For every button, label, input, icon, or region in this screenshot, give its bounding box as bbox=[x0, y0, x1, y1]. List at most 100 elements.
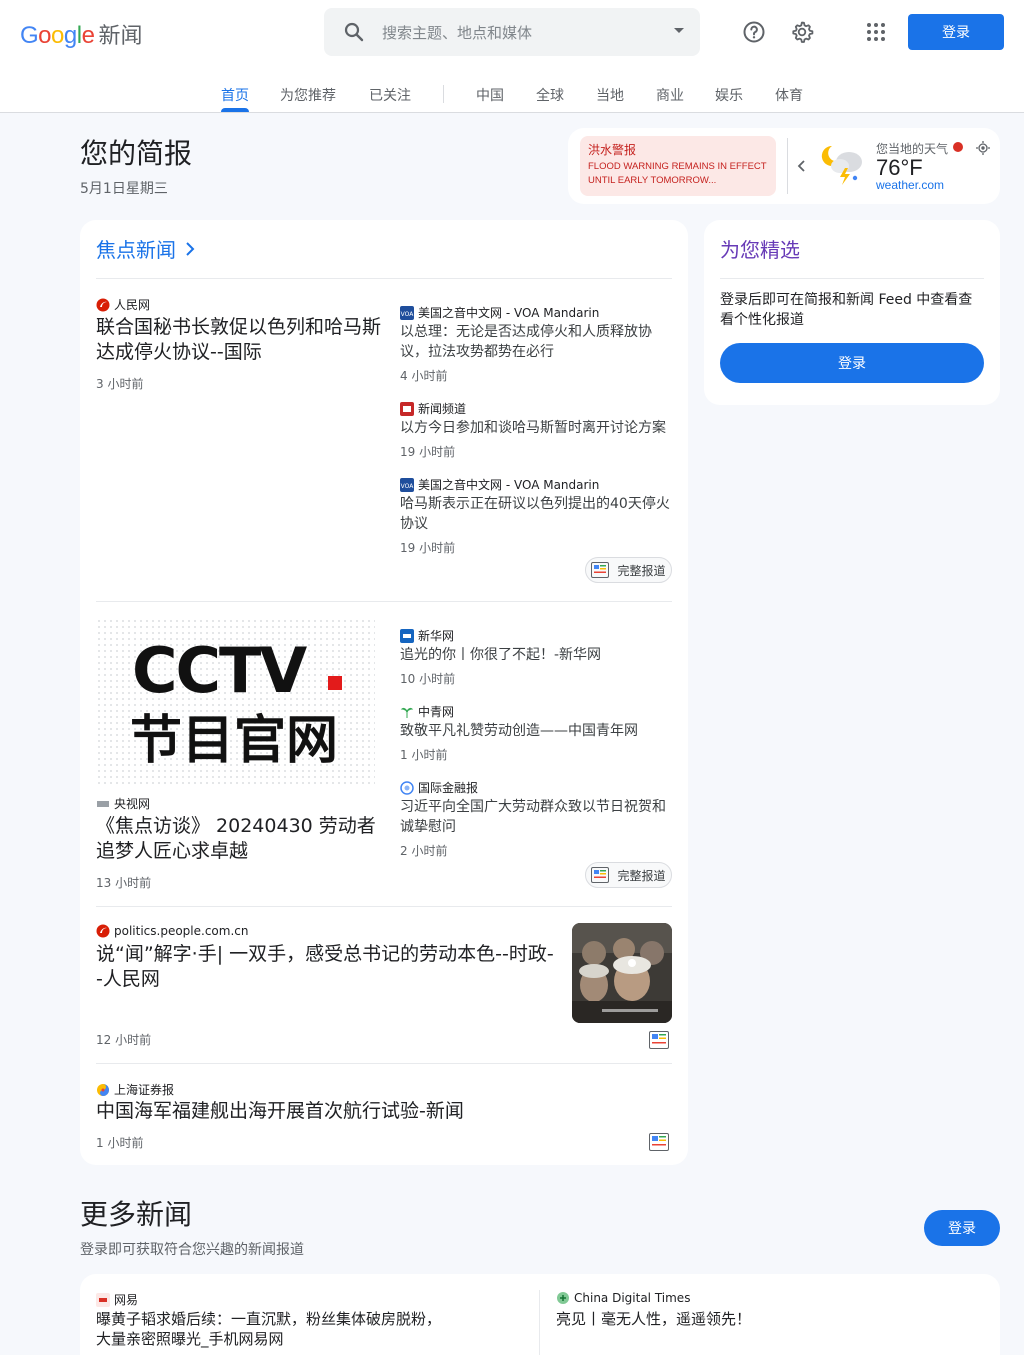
divider bbox=[96, 601, 672, 602]
alert-weather-card: 洪水警报 FLOOD WARNING REMAINS IN EFFECT UNT… bbox=[568, 128, 1000, 204]
more-news-title: 更多新闻 bbox=[80, 1198, 193, 1231]
source-name: 网易 bbox=[114, 1293, 139, 1307]
my-location-icon[interactable] bbox=[976, 141, 990, 155]
full-coverage-button[interactable]: 完整报道 bbox=[585, 862, 672, 888]
top-stories-heading[interactable]: 焦点新闻 bbox=[96, 234, 196, 263]
picks-description: 登录后即可在简报和新闻 Feed 中查看查看个性化报道 bbox=[720, 292, 973, 328]
more-news-sign-in-button[interactable]: 登录 bbox=[924, 1210, 1000, 1246]
related-headline[interactable]: 致敬平凡礼赞劳动创造——中国青年网 bbox=[400, 721, 672, 741]
article-time: 19 小时前 bbox=[400, 445, 456, 459]
related-headline[interactable]: 以总理：无论是否达成停火和人质释放协议，拉法攻势都势在必行 bbox=[400, 322, 672, 362]
source-name: China Digital Times bbox=[574, 1291, 691, 1305]
settings-gear-icon[interactable] bbox=[790, 20, 814, 44]
cctv-image-subtitle: 节目官网 bbox=[130, 711, 338, 771]
source-label[interactable]: 中青网 bbox=[400, 703, 454, 720]
full-coverage-icon bbox=[591, 867, 610, 883]
china-digital-times-favicon bbox=[557, 1292, 569, 1304]
google-wordmark: Google bbox=[20, 22, 95, 49]
divider bbox=[96, 906, 672, 907]
related-headline[interactable]: 追光的你丨你很了不起！-新华网 bbox=[400, 645, 672, 665]
search-box[interactable]: 搜索主题、地点和媒体 bbox=[324, 8, 700, 56]
source-name: 美国之音中文网 - VOA Mandarin bbox=[418, 306, 600, 320]
source-name: 央视网 bbox=[114, 797, 151, 811]
source-label[interactable]: 网易 bbox=[96, 1291, 138, 1308]
apps-grid-icon[interactable] bbox=[864, 20, 888, 44]
article-time: 1 小时前 bbox=[400, 748, 448, 762]
source-label[interactable]: 上海证券报 bbox=[96, 1081, 174, 1098]
sign-in-button[interactable]: 登录 bbox=[908, 14, 1004, 50]
youth-net-favicon bbox=[400, 707, 414, 718]
tab-business[interactable]: 商业 bbox=[656, 85, 684, 105]
source-label[interactable]: VOA 美国之音中文网 - VOA Mandarin bbox=[400, 304, 599, 321]
voa-favicon: VOA bbox=[400, 305, 414, 320]
article-headline[interactable]: 《焦点访谈》 20240430 劳动者追梦人匠心求卓越 bbox=[96, 814, 376, 864]
tab-entertainment[interactable]: 娱乐 bbox=[715, 85, 743, 105]
svg-text:VOA: VOA bbox=[401, 311, 414, 318]
tab-following[interactable]: 已关注 bbox=[369, 85, 411, 105]
article-time: 10 小时前 bbox=[400, 672, 456, 686]
divider bbox=[96, 1063, 672, 1064]
alert-text: FLOOD WARNING REMAINS IN EFFECT UNTIL EA… bbox=[588, 161, 767, 186]
source-label[interactable]: 人民网 bbox=[96, 296, 150, 313]
cctv-favicon bbox=[97, 800, 109, 807]
tab-world[interactable]: 全球 bbox=[536, 85, 564, 105]
tab-china[interactable]: 中国 bbox=[476, 85, 504, 105]
shanghai-securities-favicon bbox=[97, 1083, 109, 1096]
picks-sign-in-button[interactable]: 登录 bbox=[720, 343, 984, 383]
divider bbox=[720, 278, 984, 279]
picks-title: 为您精选 bbox=[720, 238, 800, 262]
tab-home[interactable]: 首页 bbox=[221, 85, 249, 105]
source-label[interactable]: politics.people.com.cn bbox=[96, 924, 248, 938]
svg-text:VOA: VOA bbox=[401, 483, 414, 490]
source-label[interactable]: China Digital Times bbox=[556, 1291, 690, 1305]
news-wordmark: 新闻 bbox=[98, 24, 143, 49]
source-label[interactable]: VOA 美国之音中文网 - VOA Mandarin bbox=[400, 476, 599, 493]
news-channel-favicon bbox=[400, 401, 414, 416]
full-coverage-label: 完整报道 bbox=[617, 868, 666, 883]
search-icon[interactable] bbox=[342, 20, 366, 44]
column-divider bbox=[539, 1290, 540, 1355]
search-dropdown-icon[interactable] bbox=[674, 28, 684, 33]
article-headline[interactable]: 联合国秘书长敦促以色列和哈马斯达成停火协议--国际 bbox=[96, 315, 384, 365]
source-label[interactable]: 新闻频道 bbox=[400, 400, 466, 417]
flood-alert[interactable]: 洪水警报 FLOOD WARNING REMAINS IN EFFECT UNT… bbox=[580, 136, 776, 196]
source-label[interactable]: 新华网 bbox=[400, 627, 454, 644]
article-time: 3 小时前 bbox=[96, 377, 144, 391]
source-name: 新华网 bbox=[418, 629, 455, 643]
full-coverage-icon[interactable] bbox=[649, 1031, 669, 1049]
tab-for-you[interactable]: 为您推荐 bbox=[280, 85, 336, 105]
article-headline[interactable]: 曝黄子韬求婚后续：一直沉默，粉丝集体破房脱粉，大量亲密照曝光_手机网易网 bbox=[96, 1309, 452, 1349]
cctv-program-image[interactable]: CCTV 节目官网 bbox=[96, 618, 375, 788]
article-headline[interactable]: 中国海军福建舰出海开展首次航行试验-新闻 bbox=[96, 1099, 556, 1124]
related-headline[interactable]: 以方今日参加和谈哈马斯暂时离开讨论方案 bbox=[400, 418, 672, 438]
weather-thunderstorm-icon bbox=[821, 145, 862, 185]
article-headline[interactable]: 亮见丨毫无人性，遥遥领先！ bbox=[556, 1309, 976, 1329]
section-tabs: 首页 为您推荐 已关注 中国 全球 当地 商业 娱乐 体育 bbox=[0, 80, 1024, 113]
search-input[interactable]: 搜索主题、地点和媒体 bbox=[382, 22, 532, 43]
article-time: 2 小时前 bbox=[400, 844, 448, 858]
tab-local[interactable]: 当地 bbox=[596, 85, 624, 105]
source-label[interactable]: 国际金融报 bbox=[400, 779, 478, 796]
full-coverage-icon[interactable] bbox=[649, 1133, 669, 1151]
people-daily-favicon bbox=[96, 298, 110, 311]
related-headline[interactable]: 哈马斯表示正在研议以色列提出的40天停火协议 bbox=[400, 494, 672, 534]
google-news-logo[interactable]: Google 新闻 bbox=[20, 18, 142, 50]
weather-source-link[interactable]: weather.com bbox=[876, 178, 944, 192]
active-tab-indicator bbox=[221, 108, 249, 112]
help-icon[interactable] bbox=[742, 20, 766, 44]
picks-for-you-card: 为您精选 登录后即可在简报和新闻 Feed 中查看查看个性化报道 登录 bbox=[704, 220, 1000, 405]
top-bar: Google 新闻 搜索主题、地点和媒体 登录 首页 为您推荐 已关注 中国 全… bbox=[0, 0, 1024, 113]
related-headline[interactable]: 习近平向全国广大劳动群众致以节日祝贺和诚挚慰问 bbox=[400, 797, 672, 837]
source-label[interactable]: 央视网 bbox=[96, 795, 150, 812]
tab-divider bbox=[443, 85, 444, 103]
miners-photo-thumbnail[interactable] bbox=[572, 923, 672, 1023]
article-headline[interactable]: 说“闻”解字·手| 一双手，感受总书记的劳动本色--时政--人民网 bbox=[96, 942, 556, 992]
chevron-right-icon bbox=[186, 241, 195, 256]
alert-title: 洪水警报 bbox=[588, 143, 637, 157]
tab-sports[interactable]: 体育 bbox=[775, 85, 803, 105]
full-coverage-button[interactable]: 完整报道 bbox=[585, 557, 672, 583]
source-name: 国际金融报 bbox=[418, 781, 479, 795]
article-time: 4 小时前 bbox=[400, 369, 448, 383]
divider bbox=[96, 278, 672, 279]
chevron-left-icon[interactable] bbox=[794, 158, 810, 174]
